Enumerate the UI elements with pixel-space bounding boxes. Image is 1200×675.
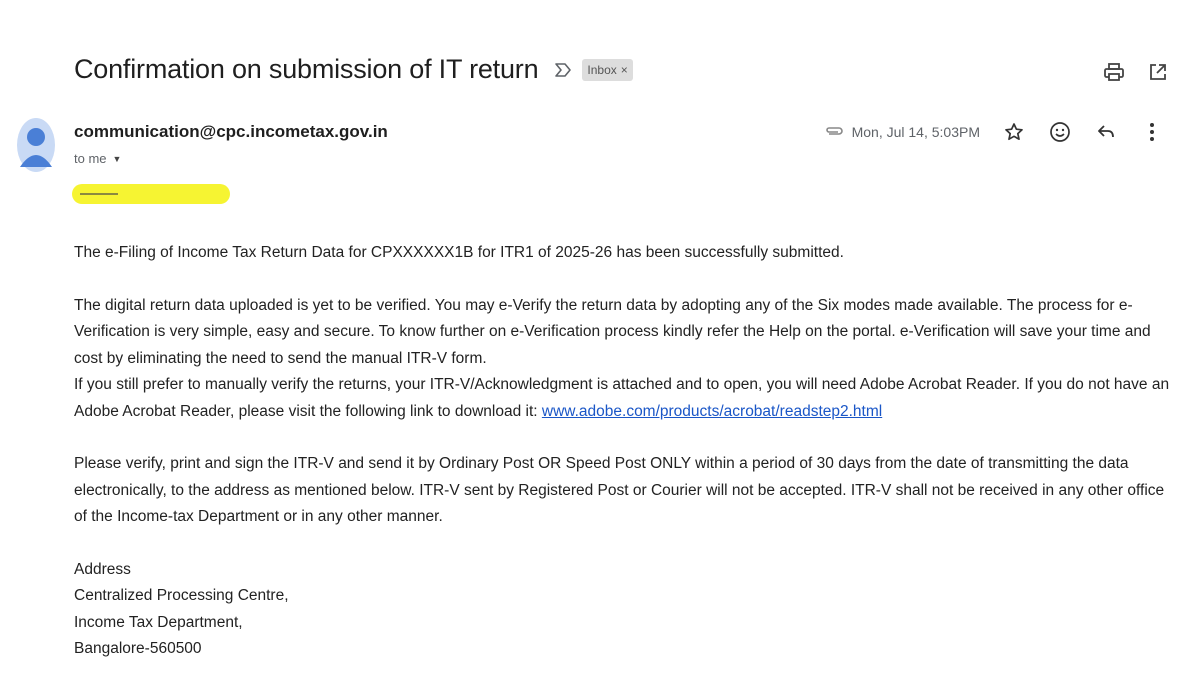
subject-row: Confirmation on submission of IT return …	[74, 54, 633, 85]
address-block: Address Centralized Processing Centre, I…	[74, 557, 1174, 663]
more-vert-icon[interactable]	[1140, 120, 1164, 144]
body-paragraph-acrobat: If you still prefer to manually verify t…	[74, 372, 1174, 425]
redacted-greeting	[72, 184, 230, 204]
avatar-icon[interactable]	[16, 117, 56, 173]
email-subject: Confirmation on submission of IT return	[74, 54, 539, 84]
address-line-3: Bangalore-560500	[74, 640, 202, 657]
email-view: Confirmation on submission of IT return …	[0, 0, 1200, 675]
message-date: Mon, Jul 14, 5:03PM	[851, 124, 980, 140]
address-line-2: Income Tax Department,	[74, 613, 243, 631]
address-line-1: Centralized Processing Centre,	[74, 587, 289, 604]
body-paragraph-verification: The digital return data uploaded is yet …	[74, 296, 1151, 367]
body-paragraph-submission: The e-Filing of Income Tax Return Data f…	[74, 244, 844, 261]
emoji-reaction-icon[interactable]	[1048, 120, 1072, 144]
print-icon[interactable]	[1102, 60, 1126, 84]
recipient-dropdown[interactable]: to me ▼	[74, 151, 121, 166]
reply-icon[interactable]	[1094, 120, 1118, 144]
email-body: The e-Filing of Income Tax Return Data f…	[74, 240, 1174, 663]
adobe-download-link[interactable]: www.adobe.com/products/acrobat/readstep2…	[542, 403, 882, 420]
open-in-new-window-icon[interactable]	[1146, 60, 1170, 84]
sender-address[interactable]: communication@cpc.incometax.gov.in	[74, 122, 388, 142]
body-paragraph-itrv-post: Please verify, print and sign the ITR-V …	[74, 455, 1165, 525]
recipient-text: to me	[74, 151, 107, 166]
important-marker-icon[interactable]	[552, 61, 574, 79]
label-text: Inbox	[587, 62, 617, 77]
remove-label-button[interactable]: ×	[621, 63, 628, 77]
date-group: Mon, Jul 14, 5:03PM	[824, 124, 980, 140]
star-icon[interactable]	[1002, 120, 1026, 144]
top-actions	[1102, 60, 1170, 84]
inbox-label-chip: Inbox ×	[582, 58, 633, 81]
attachment-icon	[824, 124, 844, 140]
address-heading: Address	[74, 560, 131, 578]
caret-down-icon: ▼	[112, 153, 122, 164]
message-meta: Mon, Jul 14, 5:03PM	[824, 120, 1164, 144]
